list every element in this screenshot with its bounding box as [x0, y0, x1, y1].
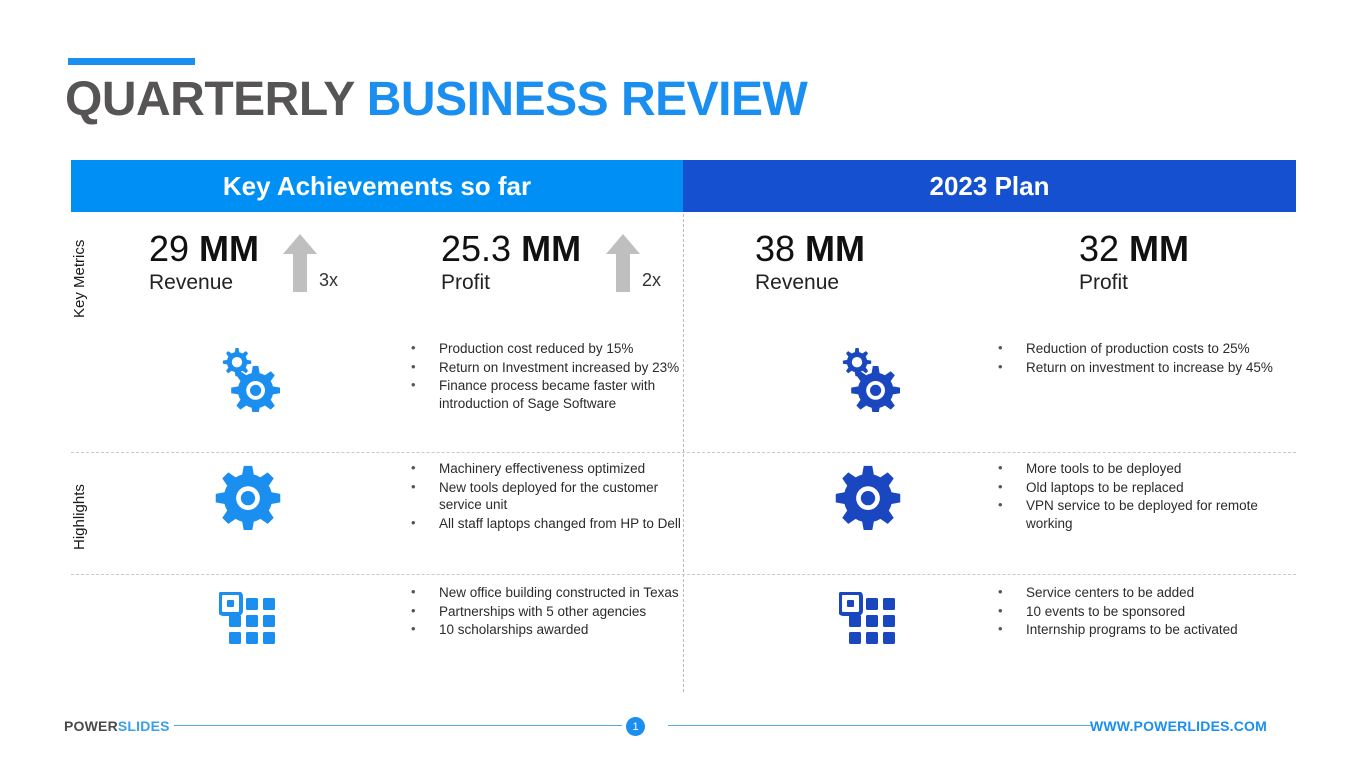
page-number-badge: 1: [626, 717, 645, 736]
page-title-part2: BUSINESS REVIEW: [366, 73, 808, 126]
list-item: Reduction of production costs to 25%: [986, 339, 1296, 358]
gear-icon: [215, 465, 281, 530]
metric-right-revenue-value: 38 MM: [755, 230, 865, 268]
page-title: QUARTERLY BUSINESS REVIEW: [65, 72, 808, 127]
content-board: Key Metrics Highlights 29 MM Revenue 3x …: [71, 212, 1296, 694]
arrow-up-icon: [283, 234, 317, 292]
row-3-right-text: Service centers to be added 10 events to…: [986, 583, 1296, 640]
column-header-achievements: Key Achievements so far: [71, 160, 683, 212]
grid-icon: [219, 592, 275, 644]
metric-left-revenue: 29 MM Revenue: [149, 230, 259, 295]
footer-line-right: [668, 725, 1092, 726]
list-item: Return on Investment increased by 23%: [399, 358, 699, 377]
row-2-left-icon: [211, 460, 285, 534]
grid-icon: [839, 592, 895, 644]
list-item: VPN service to be deployed for remote wo…: [986, 496, 1296, 532]
metric-left-revenue-multiplier: 3x: [319, 270, 339, 290]
metric-left-revenue-label: Revenue: [149, 270, 234, 294]
footer: POWERSLIDES 1 WWW.POWERLIDES.COM: [0, 712, 1365, 746]
metric-right-profit-number: 32: [1079, 228, 1120, 269]
column-header-plan: 2023 Plan: [683, 160, 1296, 212]
list-item: Finance process became faster with intro…: [399, 376, 699, 412]
brand-logo: POWERSLIDES: [64, 718, 170, 734]
title-accent-bar: [68, 58, 195, 65]
row-2-left-bullet-list: Machinery effectiveness optimized New to…: [399, 459, 699, 533]
gears-icon: [842, 348, 900, 412]
metric-left-revenue-number: 29: [149, 228, 190, 269]
row-1-left-bullet-list: Production cost reduced by 15% Return on…: [399, 339, 699, 412]
list-item: Production cost reduced by 15%: [399, 339, 699, 358]
list-item: New tools deployed for the customer serv…: [399, 478, 699, 514]
footer-line-left: [174, 725, 622, 726]
metric-left-revenue-trend: 3x: [283, 234, 338, 292]
brand-logo-part1: POWER: [64, 718, 118, 734]
column-header-plan-label: 2023 Plan: [929, 170, 1050, 201]
brand-logo-part2: SLIDES: [117, 718, 170, 734]
metric-left-profit-multiplier: 2x: [642, 270, 662, 290]
row-2-right-text: More tools to be deployed Old laptops to…: [986, 459, 1296, 533]
list-item: 10 scholarships awarded: [399, 620, 699, 639]
metric-left-profit-trend: 2x: [606, 234, 661, 292]
list-item: 10 events to be sponsored: [986, 602, 1296, 621]
list-item: Machinery effectiveness optimized: [399, 459, 699, 478]
row-1-right-icon: [831, 340, 905, 414]
row-2-right-bullet-list: More tools to be deployed Old laptops to…: [986, 459, 1296, 532]
metric-right-profit-label: Profit: [1079, 270, 1129, 294]
list-item: Internship programs to be activated: [986, 620, 1296, 639]
metric-left-revenue-value: 29 MM: [149, 230, 259, 268]
column-headers: Key Achievements so far 2023 Plan: [71, 160, 1296, 212]
metric-left-profit-value: 25.3 MM: [441, 230, 581, 268]
metric-left-profit: 25.3 MM Profit: [441, 230, 581, 295]
content-row-1: Production cost reduced by 15% Return on…: [71, 339, 1296, 452]
list-item: New office building constructed in Texas: [399, 583, 699, 602]
row-1-right-bullet-list: Reduction of production costs to 25% Ret…: [986, 339, 1296, 377]
content-row-2: Machinery effectiveness optimized New to…: [71, 459, 1296, 574]
gear-icon: [835, 465, 901, 530]
page-title-part1: QUARTERLY: [65, 73, 367, 126]
metric-left-profit-unit: MM: [511, 228, 582, 269]
metric-right-revenue-label: Revenue: [755, 270, 840, 294]
metric-right-revenue: 38 MM Revenue: [755, 230, 865, 295]
row-1-left-text: Production cost reduced by 15% Return on…: [399, 339, 699, 413]
list-item: Return on investment to increase by 45%: [986, 358, 1296, 377]
metric-right-profit: 32 MM Profit: [1079, 230, 1189, 295]
metric-right-profit-unit: MM: [1119, 228, 1190, 269]
row-2-left-text: Machinery effectiveness optimized New to…: [399, 459, 699, 533]
list-item: All staff laptops changed from HP to Del…: [399, 514, 699, 533]
row-2-right-icon: [831, 460, 905, 534]
metric-right-revenue-number: 38: [755, 228, 796, 269]
horizontal-divider-2: [71, 574, 1296, 575]
metric-right-revenue-unit: MM: [795, 228, 866, 269]
list-item: Old laptops to be replaced: [986, 478, 1296, 497]
row-3-right-bullet-list: Service centers to be added 10 events to…: [986, 583, 1296, 639]
row-3-right-icon: [831, 584, 905, 658]
column-header-achievements-label: Key Achievements so far: [222, 170, 532, 201]
horizontal-divider-1: [71, 452, 1296, 453]
row-3-left-text: New office building constructed in Texas…: [399, 583, 699, 640]
list-item: Partnerships with 5 other agencies: [399, 602, 699, 621]
arrow-up-icon: [606, 234, 640, 292]
website-url: WWW.POWERLIDES.COM: [1089, 718, 1267, 734]
list-item: Service centers to be added: [986, 583, 1296, 602]
row-1-right-text: Reduction of production costs to 25% Ret…: [986, 339, 1296, 377]
metric-left-profit-number: 25.3: [441, 228, 512, 269]
row-3-left-bullet-list: New office building constructed in Texas…: [399, 583, 699, 639]
row-1-left-icon: [211, 340, 285, 414]
metric-left-revenue-unit: MM: [189, 228, 260, 269]
gears-icon: [222, 348, 280, 412]
content-row-3: New office building constructed in Texas…: [71, 583, 1296, 684]
list-item: More tools to be deployed: [986, 459, 1296, 478]
metric-right-profit-value: 32 MM: [1079, 230, 1189, 268]
row-3-left-icon: [211, 584, 285, 658]
key-metrics-row: 29 MM Revenue 3x 25.3 MM Profit 2x 38 MM…: [71, 212, 1296, 352]
metric-left-profit-label: Profit: [441, 270, 491, 294]
